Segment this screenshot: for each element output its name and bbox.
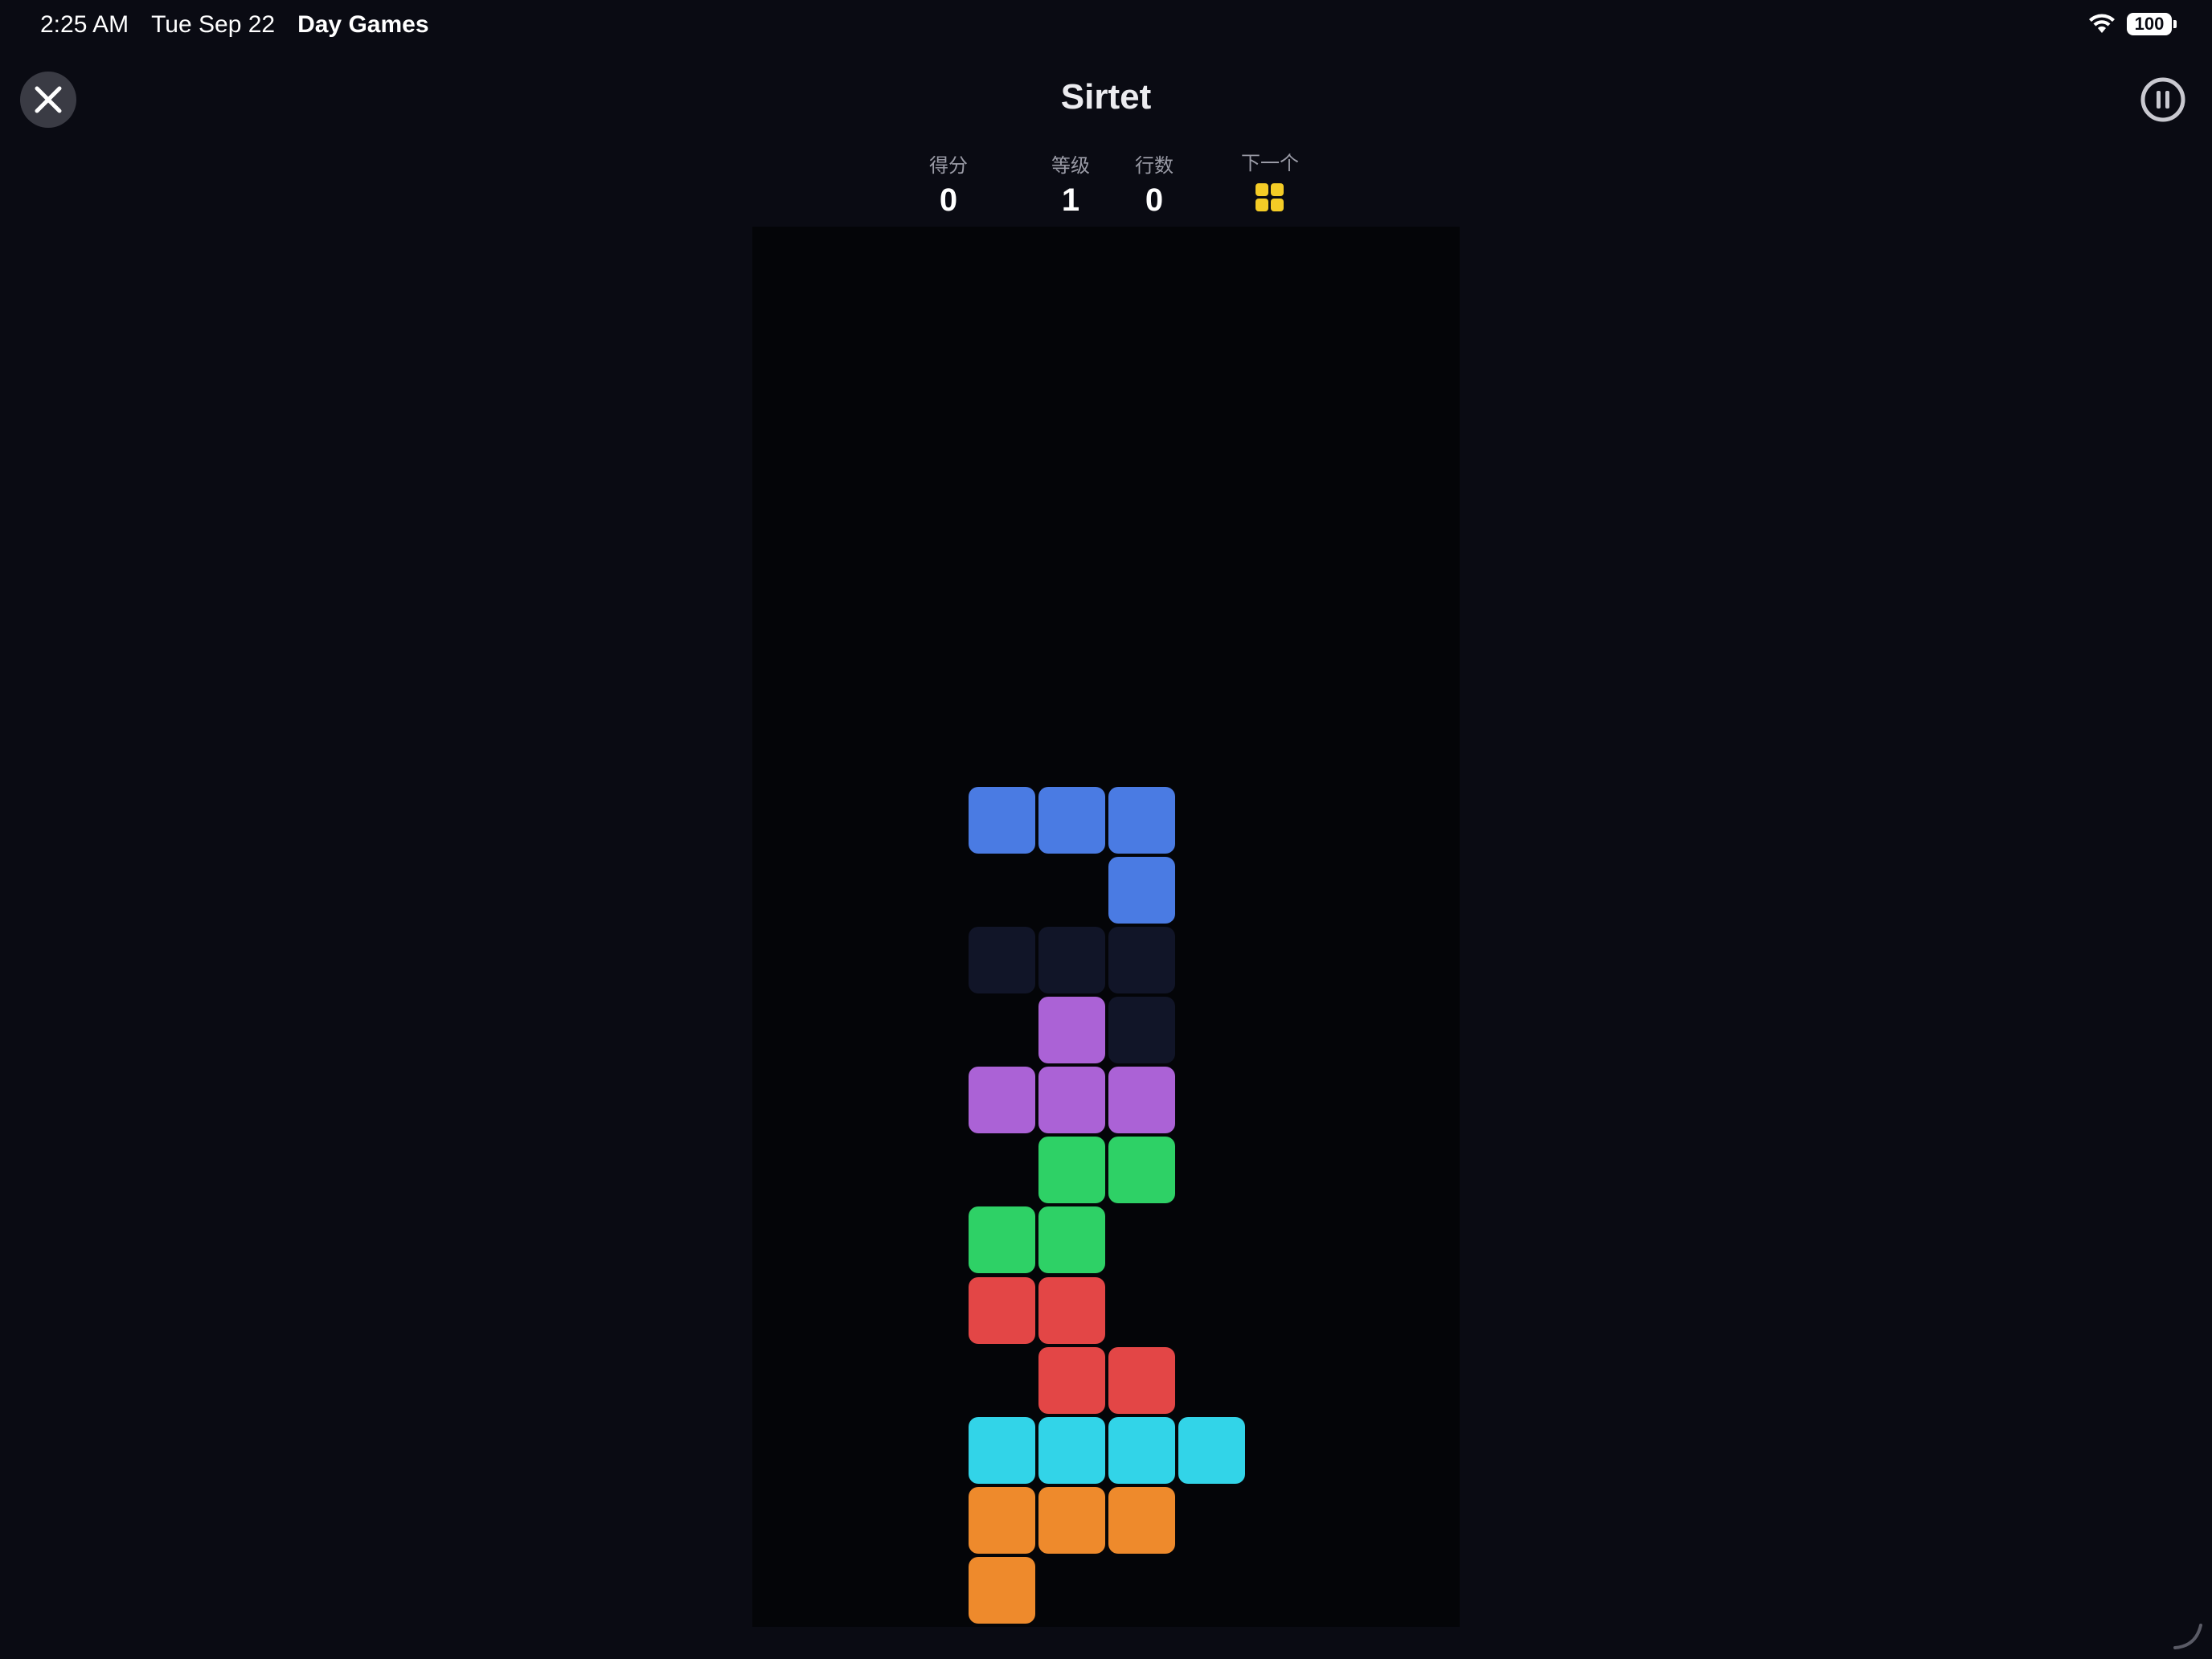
next-piece-preview: [1256, 183, 1284, 212]
next-piece-cell: [1256, 199, 1268, 211]
active-piece-cell: [1108, 856, 1176, 924]
locked-cell: [969, 1416, 1035, 1484]
locked-cell: [969, 1486, 1035, 1554]
locked-cell: [969, 1276, 1035, 1344]
status-right: 100: [2088, 13, 2177, 35]
ghost-cell: [1108, 997, 1176, 1064]
score-label: 得分: [929, 155, 968, 177]
active-piece-cell: [1038, 786, 1106, 854]
ghost-cell: [1108, 927, 1176, 993]
locked-cell: [1038, 1346, 1106, 1414]
next-label: 下一个: [1241, 153, 1299, 174]
locked-cell: [1038, 1067, 1106, 1134]
status-app-name: Day Games: [297, 11, 429, 38]
next-piece-cell: [1271, 183, 1284, 196]
locked-cell: [1108, 1486, 1176, 1554]
locked-cell: [1038, 1276, 1106, 1344]
game-title: Sirtet: [1060, 77, 1152, 117]
game-board[interactable]: [752, 227, 1460, 1627]
locked-cell: [1108, 1346, 1176, 1414]
locked-cell: [1038, 1486, 1106, 1554]
ghost-cell: [969, 927, 1035, 993]
locked-cell: [969, 1067, 1035, 1134]
locked-cell: [1108, 1067, 1176, 1134]
ghost-cell: [1038, 927, 1106, 993]
locked-cell: [1038, 997, 1106, 1064]
next-piece-cell: [1271, 199, 1284, 211]
battery-icon: 100: [2127, 13, 2177, 35]
pause-button[interactable]: [2140, 76, 2186, 123]
level-stat: 等级 1: [1051, 150, 1090, 219]
pause-icon: [2140, 76, 2186, 123]
next-piece-cell: [1256, 183, 1268, 196]
lines-value: 0: [1145, 182, 1164, 218]
lines-label: 行数: [1135, 155, 1174, 177]
status-bar: 2:25 AM Tue Sep 22 Day Games 100: [0, 0, 2212, 51]
status-time: 2:25 AM: [40, 11, 129, 38]
score-stat: 得分 0: [929, 150, 968, 219]
locked-cell: [969, 1206, 1035, 1274]
game-screen: 2:25 AM Tue Sep 22 Day Games 100 Sirtet …: [0, 0, 2212, 1659]
locked-cell: [1038, 1416, 1106, 1484]
level-label: 等级: [1051, 155, 1090, 177]
locked-cell: [1178, 1416, 1246, 1484]
status-date: Tue Sep 22: [151, 11, 276, 38]
lines-stat: 行数 0: [1135, 150, 1174, 219]
locked-cell: [1108, 1137, 1176, 1204]
active-piece-cell: [969, 786, 1035, 854]
status-left: 2:25 AM Tue Sep 22 Day Games: [40, 11, 429, 39]
next-stat: 下一个: [1241, 147, 1299, 175]
resize-handle-icon: [2172, 1619, 2204, 1651]
battery-level: 100: [2134, 14, 2165, 34]
locked-cell: [1038, 1206, 1106, 1274]
locked-cell: [1038, 1137, 1106, 1204]
wifi-icon: [2088, 14, 2116, 35]
active-piece-cell: [1108, 786, 1176, 854]
locked-cell: [969, 1556, 1035, 1624]
locked-cell: [1108, 1416, 1176, 1484]
level-value: 1: [1061, 182, 1080, 218]
score-value: 0: [939, 182, 958, 218]
